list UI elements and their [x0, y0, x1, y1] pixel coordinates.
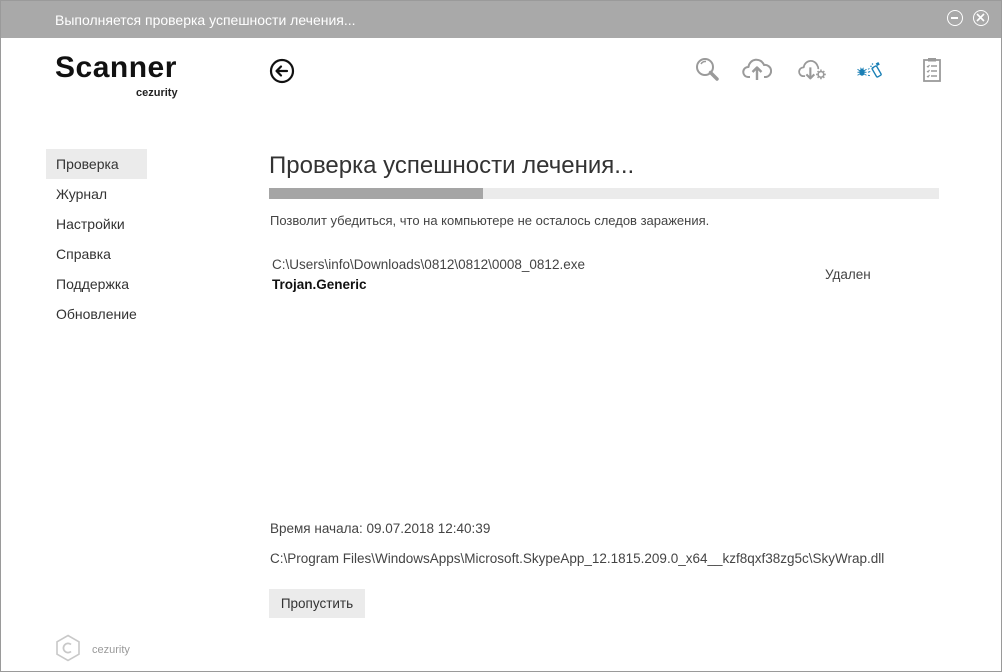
close-icon: [976, 13, 985, 22]
progress-bar: [269, 188, 939, 199]
progress-bar-fill: [269, 188, 484, 199]
sidebar-item-help[interactable]: Справка: [46, 239, 147, 269]
cloud-upload-icon[interactable]: [742, 56, 772, 84]
window-title: Выполняется проверка успешности лечения.…: [55, 12, 356, 28]
page-title: Проверка успешности лечения...: [269, 152, 635, 179]
bug-spray-icon[interactable]: [856, 56, 886, 84]
app-logo-title: Scanner: [55, 51, 177, 84]
title-bar: Выполняется проверка успешности лечения.…: [1, 1, 1001, 38]
close-button[interactable]: [973, 10, 989, 26]
start-time-label: Время начала: 09.07.2018 12:40:39: [270, 521, 491, 536]
cloud-download-settings-icon[interactable]: [798, 56, 828, 84]
threat-file-path: C:\Users\info\Downloads\0812\0812\0008_0…: [272, 257, 585, 272]
sidebar-item-settings[interactable]: Настройки: [46, 209, 147, 239]
threat-name: Trojan.Generic: [272, 277, 367, 292]
sidebar-nav: Проверка Журнал Настройки Справка Поддер…: [46, 149, 147, 329]
sidebar-item-support[interactable]: Поддержка: [46, 269, 147, 299]
footer-brand: cezurity: [92, 644, 130, 656]
app-window: Выполняется проверка успешности лечения.…: [0, 0, 1002, 672]
skip-button[interactable]: Пропустить: [269, 589, 365, 618]
threat-list-item[interactable]: C:\Users\info\Downloads\0812\0812\0008_0…: [272, 257, 892, 297]
clipboard-list-icon[interactable]: [917, 56, 947, 84]
app-logo-subtitle: cezurity: [136, 87, 178, 99]
back-arrow-icon[interactable]: [269, 58, 295, 84]
sidebar-item-scan[interactable]: Проверка: [46, 149, 147, 179]
current-file-path: C:\Program Files\WindowsApps\Microsoft.S…: [270, 551, 885, 566]
sidebar-item-update[interactable]: Обновление: [46, 299, 147, 329]
threat-status: Удален: [825, 267, 871, 282]
sidebar-item-journal[interactable]: Журнал: [46, 179, 147, 209]
cezurity-logo-icon: [56, 634, 80, 662]
description-text: Позволит убедиться, что на компьютере не…: [270, 213, 710, 228]
search-icon[interactable]: [694, 56, 724, 84]
minimize-button[interactable]: [947, 10, 963, 26]
